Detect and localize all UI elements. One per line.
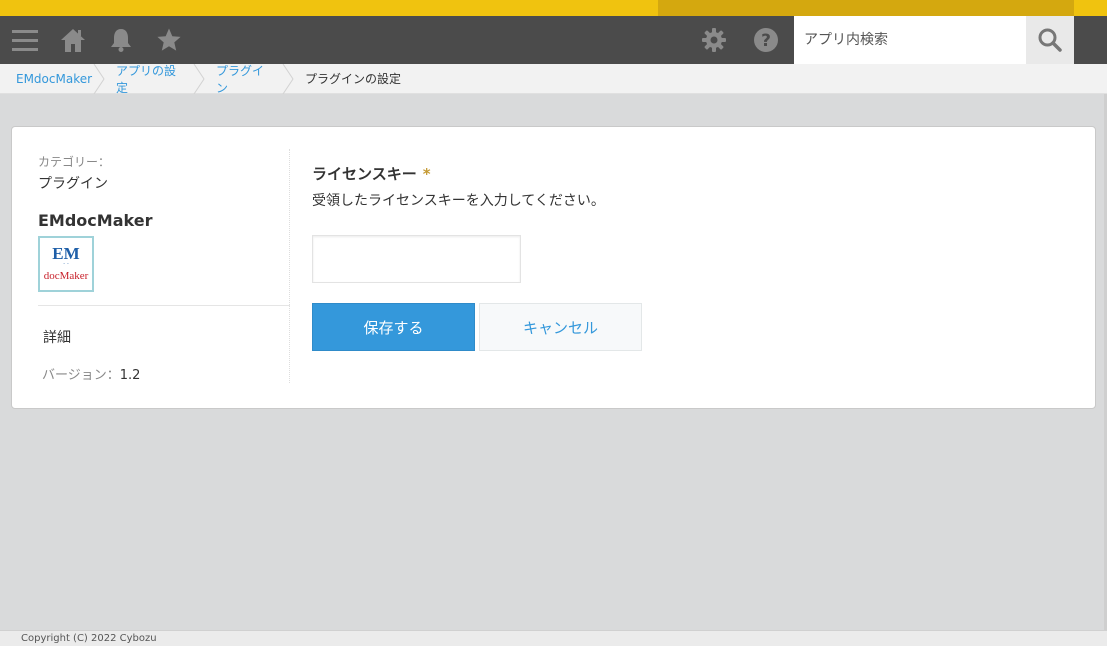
plugin-logo-dots: · · xyxy=(63,261,69,268)
license-field-description: 受領したライセンスキーを入力してください。 xyxy=(312,193,605,209)
plugin-logo-top: EM xyxy=(52,244,80,263)
plugin-logo-bottom: docMaker xyxy=(43,270,89,282)
top-accent-stripe-right xyxy=(1074,0,1107,16)
license-field-label: ライセンスキー xyxy=(312,165,417,183)
menu-icon[interactable] xyxy=(10,16,40,64)
version-label: バージョン： xyxy=(42,368,120,383)
category-value: プラグイン xyxy=(38,176,108,192)
breadcrumb-item-plugin-settings: プラグインの設定 xyxy=(289,64,417,94)
license-form: ライセンスキー * 受領したライセンスキーを入力してください。 保存する キャンセ… xyxy=(312,163,642,351)
save-button[interactable]: 保存する xyxy=(312,303,475,351)
plugin-detail-link[interactable]: 詳細 xyxy=(43,327,71,347)
top-accent-stripe-dark xyxy=(658,0,1074,16)
plugin-info-panel: カテゴリー： プラグイン EMdocMaker EM · · docMaker … xyxy=(38,149,290,383)
category-label: カテゴリー： xyxy=(38,155,111,169)
plugin-settings-card: カテゴリー： プラグイン EMdocMaker EM · · docMaker … xyxy=(11,126,1096,409)
required-mark: * xyxy=(422,165,431,183)
search-button[interactable] xyxy=(1026,16,1074,64)
cancel-button[interactable]: キャンセル xyxy=(479,303,642,351)
app-search-input[interactable] xyxy=(794,16,1026,64)
gear-icon[interactable] xyxy=(700,16,728,64)
breadcrumb-current: プラグインの設定 xyxy=(305,72,402,86)
breadcrumb-item-plugins[interactable]: プラグイン xyxy=(200,62,294,96)
breadcrumb-link-app[interactable]: EMdocMaker xyxy=(16,72,92,86)
breadcrumb-item-app[interactable]: EMdocMaker xyxy=(0,63,105,94)
app-search-box xyxy=(794,16,1026,64)
copyright-text: Copyright (C) 2022 Cybozu xyxy=(21,633,157,644)
global-header: ? xyxy=(0,16,1107,64)
home-icon[interactable] xyxy=(58,16,88,64)
top-accent-stripe xyxy=(0,0,1107,16)
footer: Copyright (C) 2022 Cybozu xyxy=(0,630,1107,646)
bell-icon[interactable] xyxy=(106,16,136,64)
breadcrumb: EMdocMaker アプリの設定 プラグイン プラグインの設定 xyxy=(0,62,1107,96)
license-field-title: ライセンスキー * xyxy=(312,163,605,184)
plugin-version: バージョン：1.2 xyxy=(42,364,140,383)
svg-text:?: ? xyxy=(761,31,771,51)
plugin-logo: EM · · docMaker xyxy=(38,236,94,292)
plugin-name: EMdocMaker xyxy=(38,211,153,230)
breadcrumb-link-plugins[interactable]: プラグイン xyxy=(216,62,273,96)
help-icon[interactable]: ? xyxy=(752,16,780,64)
info-divider xyxy=(38,305,290,306)
breadcrumb-item-app-settings[interactable]: アプリの設定 xyxy=(100,62,205,96)
version-value: 1.2 xyxy=(119,368,141,383)
star-icon[interactable] xyxy=(154,16,184,64)
header-right-gap xyxy=(1074,16,1107,64)
license-key-input[interactable] xyxy=(312,235,521,283)
search-icon xyxy=(1038,28,1062,52)
breadcrumb-link-app-settings[interactable]: アプリの設定 xyxy=(116,62,184,96)
